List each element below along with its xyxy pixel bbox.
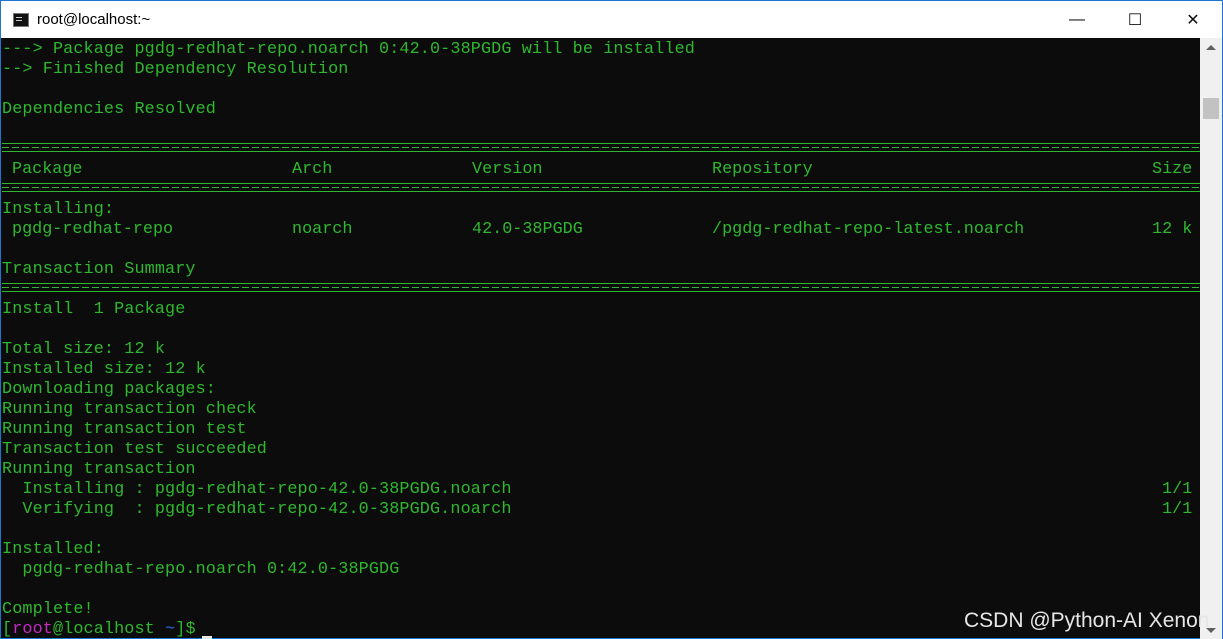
minimize-button[interactable]: — <box>1048 1 1106 38</box>
output-line: Running transaction <box>2 460 196 479</box>
section-label: Installing: <box>2 200 115 219</box>
output-line: Downloading packages: <box>2 380 216 399</box>
row-repository: /pgdg-redhat-repo-latest.noarch <box>712 220 1025 239</box>
title-bar[interactable]: root@localhost:~ — ☐ ✕ <box>1 1 1222 38</box>
arrow-up-icon <box>1206 44 1216 50</box>
scroll-thumb[interactable] <box>1203 98 1219 119</box>
close-button[interactable]: ✕ <box>1164 1 1222 38</box>
prompt-open-bracket: [ <box>2 620 13 639</box>
scroll-up-button[interactable] <box>1200 38 1222 56</box>
output-line: Installed size: 12 k <box>2 360 206 379</box>
row-arch: noarch <box>292 220 353 239</box>
window-title: root@localhost:~ <box>37 11 151 28</box>
prompt-dir: ~ <box>165 620 176 639</box>
separator-rule <box>2 143 1200 152</box>
header-repository: Repository <box>712 160 813 179</box>
output-line: ---> Package pgdg-redhat-repo.noarch 0:4… <box>2 40 695 59</box>
installed-package: pgdg-redhat-repo.noarch 0:42.0-38PGDG <box>2 560 400 579</box>
output-line: Total size: 12 k <box>2 340 166 359</box>
header-package: Package <box>12 160 83 179</box>
row-package: pgdg-redhat-repo <box>12 220 174 239</box>
step-line: Installing : pgdg-redhat-repo-42.0-38PGD… <box>2 480 512 499</box>
row-size: 12 k <box>1152 220 1193 239</box>
output-line: Transaction test succeeded <box>2 440 267 459</box>
vertical-scrollbar[interactable] <box>1200 38 1222 639</box>
terminal-window: root@localhost:~ — ☐ ✕ ---> Package pgdg… <box>0 0 1223 639</box>
row-version: 42.0-38PGDG <box>472 220 583 239</box>
step-count: 1/1 <box>1162 500 1193 519</box>
output-line: Running transaction check <box>2 400 257 419</box>
header-size: Size <box>1152 160 1193 179</box>
prompt-close: ]$ <box>175 620 196 639</box>
summary-title: Transaction Summary <box>2 260 196 279</box>
header-version: Version <box>472 160 543 179</box>
output-line: --> Finished Dependency Resolution <box>2 60 349 79</box>
separator-rule <box>2 183 1200 192</box>
maximize-button[interactable]: ☐ <box>1106 1 1164 38</box>
summary-line: Install 1 Package <box>2 300 186 319</box>
output-line: Running transaction test <box>2 420 247 439</box>
installed-label: Installed: <box>2 540 104 559</box>
terminal-output[interactable]: ---> Package pgdg-redhat-repo.noarch 0:4… <box>1 38 1200 639</box>
step-line: Verifying : pgdg-redhat-repo-42.0-38PGDG… <box>2 500 512 519</box>
separator-rule <box>2 283 1200 292</box>
header-arch: Arch <box>292 160 333 179</box>
terminal-app-icon <box>13 12 29 27</box>
watermark: CSDN @Python-AI Xenon <box>964 609 1210 632</box>
complete-message: Complete! <box>2 600 94 619</box>
output-line: Dependencies Resolved <box>2 100 216 119</box>
shell-prompt[interactable]: [root@localhost ~]$ <box>2 620 212 639</box>
step-count: 1/1 <box>1162 480 1193 499</box>
prompt-user: root <box>12 620 53 639</box>
prompt-host: @localhost <box>52 620 166 639</box>
